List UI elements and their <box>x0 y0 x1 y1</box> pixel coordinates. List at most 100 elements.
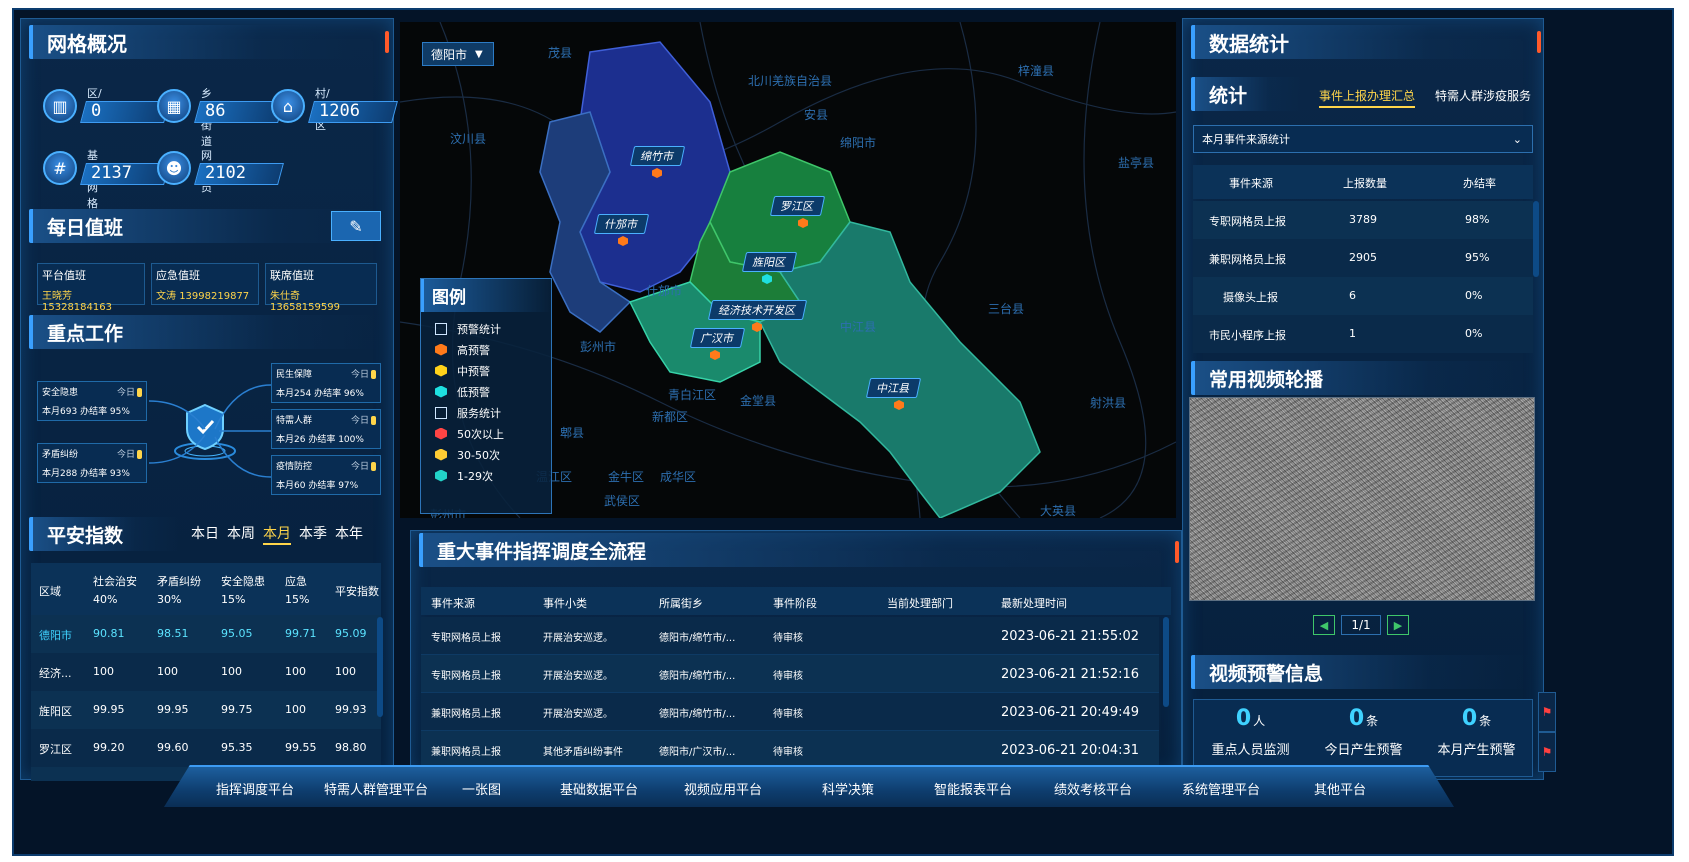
keywork-today: 今日 <box>351 367 376 380</box>
map-place-label: 汶川县 <box>450 132 487 146</box>
dock-item[interactable]: 智能报表平台 <box>934 779 1012 798</box>
alert-label: 本月产生预警 <box>1437 743 1516 758</box>
keywork-name: 特需人群 <box>276 416 313 426</box>
legend-item[interactable]: 高预警 <box>421 339 551 360</box>
alert-item[interactable]: 0 条今日产生预警 <box>1307 706 1420 758</box>
checkbox-icon[interactable] <box>435 406 447 419</box>
alert-unit: 条 <box>1479 714 1492 728</box>
event-flow-scrollbar[interactable] <box>1163 617 1169 707</box>
table-cell: 99.20 <box>93 741 125 754</box>
table-cell: 99.95 <box>157 703 189 716</box>
table-cell: 95.35 <box>221 741 253 754</box>
keywork-special-group[interactable]: 特需人群 今日 本月26 办结率 100% <box>271 409 381 449</box>
table-row[interactable]: 兼职网格员上报 2905 95% <box>1193 239 1533 277</box>
legend-item[interactable]: 低预警 <box>421 381 551 402</box>
table-cell: 1 <box>1349 327 1356 340</box>
stats-scrollbar[interactable] <box>1533 201 1539 277</box>
legend-marker-icon <box>435 364 447 377</box>
table-cell: 99.55 <box>285 741 317 754</box>
legend-item[interactable]: 服务统计 <box>421 402 551 423</box>
keywork-today: 今日 <box>117 447 142 460</box>
stat-grid-member: ☻ 网格员 2102 <box>157 149 284 194</box>
legend-item[interactable]: 30-50次 <box>421 444 551 465</box>
tab-week[interactable]: 本周 <box>227 523 255 545</box>
table-row[interactable]: 专职网格员上报 3789 98% <box>1193 201 1533 239</box>
checkbox-icon[interactable] <box>435 322 447 335</box>
caret-down-icon: ▼ <box>475 48 483 60</box>
map-region-tag[interactable]: 旌阳区 <box>741 252 798 272</box>
table-cell: 专职网格员上报 <box>431 633 501 644</box>
stats-tab-special[interactable]: 特需人群涉疫服务 <box>1435 87 1531 104</box>
region-select[interactable]: 德阳市 ▼ <box>422 42 494 66</box>
legend-item[interactable]: 1-29次 <box>421 465 551 486</box>
map-region-tag[interactable]: 广汉市 <box>689 328 746 348</box>
tab-quarter[interactable]: 本季 <box>299 523 327 545</box>
data-stats-accent <box>1537 31 1541 53</box>
table-row[interactable]: 摄像头上报 6 0% <box>1193 277 1533 315</box>
alert-item[interactable]: 0 条本月产生预警 <box>1420 706 1533 758</box>
table-row[interactable]: 德阳市 90.81 98.51 95.05 99.71 95.09 <box>31 615 381 653</box>
table-cell: 德阳市 <box>39 629 72 642</box>
dock-item[interactable]: 特需人群管理平台 <box>324 779 428 798</box>
table-cell: 99.75 <box>221 703 253 716</box>
video-frame[interactable] <box>1189 397 1535 601</box>
table-row[interactable]: 罗江区 99.20 99.60 95.35 99.55 98.80 <box>31 729 381 767</box>
dock-item[interactable]: 指挥调度平台 <box>216 779 294 798</box>
table-row[interactable]: 专职网格员上报 开展治安巡逻。 德阳市/绵竹市/... 待审核 2023-06-21 2… <box>421 655 1159 693</box>
keywork-dispute[interactable]: 矛盾纠纷 今日 本月288 办结率 93% <box>37 443 147 483</box>
map-region-tag[interactable]: 经济技术开发区 <box>707 300 808 320</box>
event-flow-title: 重大事件指挥调度全流程 <box>419 533 1169 567</box>
map-place-label: 射洪县 <box>1090 396 1127 410</box>
table-cell: 专职网格员上报 <box>1209 215 1286 228</box>
prev-page-button[interactable]: ◀ <box>1313 615 1335 635</box>
dock-item[interactable]: 科学决策 <box>822 779 874 798</box>
table-cell: 100 <box>285 703 306 716</box>
table-row[interactable]: 兼职网格员上报 其他矛盾纠纷事件 德阳市/广汉市/... 待审核 2023-06-21 … <box>421 731 1159 769</box>
stat-value: 0 <box>91 101 102 121</box>
side-flag-1[interactable]: ⚑ <box>1538 692 1556 732</box>
alert-item[interactable]: 0 人重点人员监测 <box>1194 706 1307 758</box>
keywork-epidemic[interactable]: 疫情防控 今日 本月60 办结率 97% <box>271 455 381 495</box>
map-region-tag[interactable]: 什邡市 <box>593 214 650 234</box>
table-row[interactable]: 经济... 100 100 100 100 100 <box>31 653 381 691</box>
next-page-button[interactable]: ▶ <box>1387 615 1409 635</box>
table-cell: 兼职网格员上报 <box>431 747 501 758</box>
dock-item[interactable]: 系统管理平台 <box>1182 779 1260 798</box>
stats-source-select[interactable]: 本月事件来源统计 ⌄ <box>1193 125 1533 153</box>
dock-item[interactable]: 视频应用平台 <box>684 779 762 798</box>
col-hazard: 安全隐患 15% <box>221 573 265 606</box>
legend-item[interactable]: 预警统计 <box>421 318 551 339</box>
alert-value-line: 0条 <box>1307 706 1420 731</box>
col-a: 应急 <box>285 575 307 588</box>
table-row[interactable]: 专职网格员上报 开展治安巡逻。 德阳市/绵竹市/... 待审核 2023-06-21 2… <box>421 617 1159 655</box>
tab-month[interactable]: 本月 <box>263 523 291 545</box>
map-panel[interactable]: 德阳市 ▼ 茂县 北川羌族自治县 梓潼县 安县 绵阳市 汶川县 盐亭县 三台县 中江县 彭州市 什邡… <box>400 22 1176 518</box>
map-region-tag[interactable]: 绵竹市 <box>629 146 686 166</box>
keywork-livelihood[interactable]: 民生保障 今日 本月254 办结率 96% <box>271 363 381 403</box>
building-icon: ▦ <box>157 89 191 123</box>
keywork-month: 本月693 <box>42 407 78 417</box>
table-row[interactable]: 旌阳区 99.95 99.95 99.75 100 99.93 <box>31 691 381 729</box>
dock-item[interactable]: 一张图 <box>462 779 501 798</box>
map-region-tag[interactable]: 罗江区 <box>769 196 826 216</box>
table-row[interactable]: 兼职网格员上报 开展治安巡逻。 德阳市/绵竹市/... 待审核 2023-06-21 2… <box>421 693 1159 731</box>
video-title: 常用视频轮播 <box>1191 361 1531 395</box>
edit-icon: ✎ <box>349 216 363 236</box>
stats-tab-events[interactable]: 事件上报办理汇总 <box>1319 87 1416 108</box>
table-cell: 中江县 <box>39 779 72 781</box>
dock-item[interactable]: 其他平台 <box>1314 779 1366 798</box>
dock-item[interactable]: 基础数据平台 <box>560 779 638 798</box>
table-row[interactable]: 市民小程序上报 1 0% <box>1193 315 1533 353</box>
map-region-tag[interactable]: 中江县 <box>865 378 922 398</box>
side-flag-2[interactable]: ⚑ <box>1538 732 1556 772</box>
legend-item[interactable]: 50次以上 <box>421 423 551 444</box>
keywork-safety[interactable]: 安全隐患 今日 本月693 办结率 95% <box>37 381 147 421</box>
tab-day[interactable]: 本日 <box>191 523 219 545</box>
table-cell: 德阳市/绵竹市/... <box>659 671 736 682</box>
safety-scrollbar[interactable] <box>377 617 383 717</box>
legend-item[interactable]: 中预警 <box>421 360 551 381</box>
edit-duty-button[interactable]: ✎ <box>331 211 381 241</box>
dock-item[interactable]: 绩效考核平台 <box>1054 779 1132 798</box>
tab-year[interactable]: 本年 <box>335 523 363 545</box>
legend-marker-icon <box>435 385 447 398</box>
